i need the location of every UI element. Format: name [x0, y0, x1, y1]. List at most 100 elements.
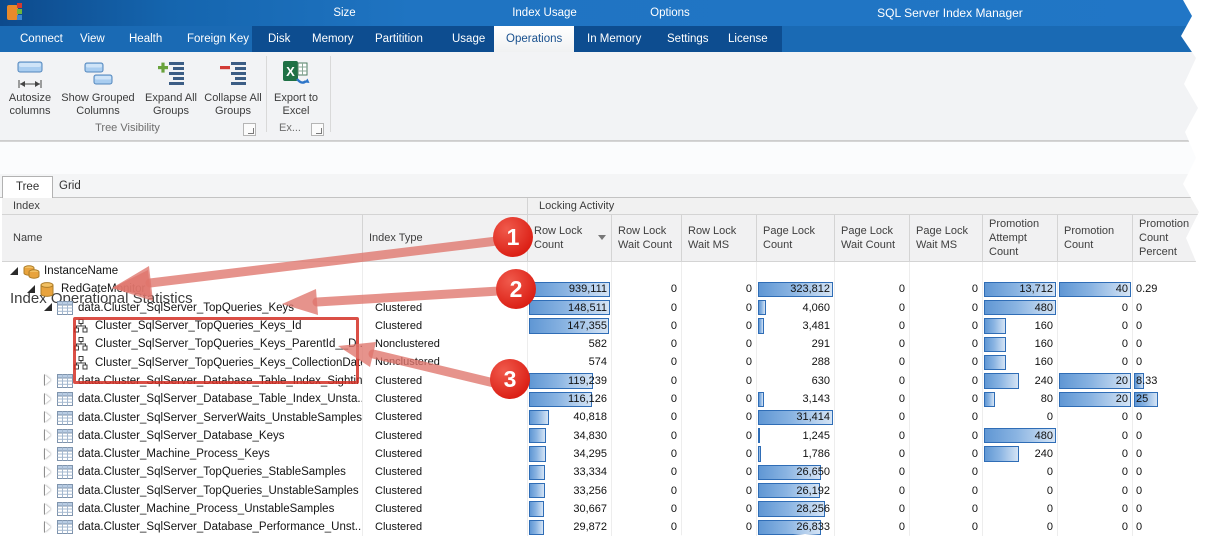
- value-cell: 480: [983, 426, 1058, 445]
- tab-operations[interactable]: Operations: [494, 26, 575, 52]
- page-heading-band: Index Operational Statistics: [0, 141, 1210, 307]
- tree-row[interactable]: data.Cluster_SqlServer_Database_Performa…: [2, 518, 1210, 537]
- value-cell: 147,355: [528, 316, 612, 336]
- tab-settings[interactable]: Settings: [655, 26, 721, 52]
- index-type-cell: Clustered: [363, 481, 528, 500]
- expand-caret-icon[interactable]: [42, 520, 55, 534]
- value-cell: 0: [983, 481, 1058, 500]
- tree-row[interactable]: data.Cluster_SqlServer_TopQueries_Stable…: [2, 463, 1210, 482]
- tree-row[interactable]: data.Cluster_SqlServer_ServerWaits_Unsta…: [2, 408, 1210, 427]
- value-cell: 0: [612, 371, 682, 391]
- column-header-promotion-count-percent[interactable]: Promotion Count Percent: [1133, 215, 1210, 262]
- expand-caret-icon[interactable]: [42, 465, 55, 479]
- index-icon: [74, 337, 91, 352]
- tree-row[interactable]: data.Cluster_SqlServer_Database_Keys Clus…: [2, 426, 1210, 445]
- value-cell: 28,256: [757, 499, 835, 519]
- expand-caret-icon[interactable]: [42, 502, 55, 516]
- tab-memory[interactable]: Memory: [300, 26, 366, 52]
- column-header-row-lock-count[interactable]: Row Lock Count: [528, 215, 612, 262]
- column-header-name[interactable]: Name: [2, 215, 363, 262]
- column-header-page-lock-wait-count[interactable]: Page Lock Wait Count: [835, 215, 910, 262]
- value-cell: 0: [682, 408, 757, 427]
- column-header-row-lock-wait-ms[interactable]: Row Lock Wait MS: [682, 215, 757, 262]
- tree-row[interactable]: Cluster_SqlServer_TopQueries_Keys_Collec…: [2, 353, 1210, 372]
- expand-caret-icon[interactable]: [42, 447, 55, 461]
- column-header-row-lock-wait-count[interactable]: Row Lock Wait Count: [612, 215, 682, 262]
- tree-row[interactable]: data.Cluster_SqlServer_TopQueries_Keys Cl…: [2, 298, 1210, 317]
- tab-disk[interactable]: Disk: [256, 26, 302, 52]
- value-cell: 0: [612, 280, 682, 299]
- value-cell: 0: [612, 298, 682, 317]
- expand-all-groups-icon: [140, 56, 202, 92]
- value-cell: 119,239: [528, 371, 612, 391]
- ribbon-group-separator: [266, 56, 267, 132]
- tree-row[interactable]: RedGateMonitor 939,111 0 0 323,812 0 0 13,712 40…: [2, 280, 1210, 299]
- node-label: data.Cluster_Machine_Process_UnstableSam…: [78, 503, 335, 515]
- tab-in-memory[interactable]: In Memory: [575, 26, 653, 52]
- tree-row[interactable]: Cluster_SqlServer_TopQueries_Keys_Parent…: [2, 335, 1210, 354]
- expand-caret-icon[interactable]: [42, 429, 55, 442]
- collapse-caret-icon[interactable]: [8, 265, 21, 278]
- collapse-caret-icon[interactable]: [25, 283, 38, 296]
- column-header-promotion-count[interactable]: Promotion Count: [1058, 215, 1133, 262]
- value-cell: 0: [682, 316, 757, 336]
- value-cell: 0: [835, 481, 910, 500]
- tree-row[interactable]: data.Cluster_SqlServer_Database_Table_In…: [2, 371, 1210, 391]
- value-cell: 0: [983, 499, 1058, 519]
- value-cell: 0: [612, 353, 682, 372]
- tab-foreign-key[interactable]: Foreign Key: [175, 26, 261, 52]
- value-cell: 0: [1058, 426, 1133, 445]
- tree-row[interactable]: data.Cluster_SqlServer_Database_Table_In…: [2, 390, 1210, 409]
- row-name-cell: RedGateMonitor: [2, 280, 363, 299]
- column-header-page-lock-count[interactable]: Page Lock Count: [757, 215, 835, 262]
- column-header-page-lock-wait-ms[interactable]: Page Lock Wait MS: [910, 215, 983, 262]
- tab-connect[interactable]: Connect: [8, 26, 75, 52]
- value-cell: 0: [1133, 463, 1210, 482]
- value-cell: 0: [612, 463, 682, 482]
- tab-usage[interactable]: Usage: [440, 26, 497, 52]
- expand-caret-icon[interactable]: [42, 411, 55, 424]
- value-cell: [682, 262, 757, 281]
- value-cell: 160: [983, 335, 1058, 354]
- tab-grid[interactable]: Grid: [46, 176, 94, 198]
- tree-row[interactable]: data.Cluster_Machine_Process_UnstableSam…: [2, 499, 1210, 519]
- value-cell: 26,192: [757, 481, 835, 500]
- tree-row[interactable]: Cluster_SqlServer_TopQueries_Keys_Id Clus…: [2, 316, 1210, 336]
- value-cell: 26,833: [757, 518, 835, 537]
- table-icon: [57, 502, 74, 517]
- value-cell: [757, 262, 835, 281]
- column-header-index-type[interactable]: Index Type: [363, 215, 528, 262]
- app-logo-icon: [6, 3, 26, 23]
- tree-row[interactable]: data.Cluster_Machine_Process_Keys Cluster…: [2, 444, 1210, 464]
- node-label: InstanceName: [44, 265, 119, 278]
- show-grouped-columns-icon: [58, 56, 138, 92]
- value-cell: 34,295: [528, 444, 612, 464]
- value-cell: 0: [910, 408, 983, 427]
- value-cell: 0: [682, 463, 757, 482]
- value-cell: 0: [910, 499, 983, 519]
- tree-visibility-dialog-launcher-icon[interactable]: [243, 123, 256, 136]
- value-cell: 0: [612, 316, 682, 336]
- tab-partitition[interactable]: Partitition: [363, 26, 435, 52]
- value-cell: 0: [1058, 408, 1133, 427]
- tree-row[interactable]: InstanceName: [2, 262, 1210, 281]
- tab-license[interactable]: License: [716, 26, 780, 52]
- expand-caret-icon[interactable]: [42, 392, 55, 406]
- value-cell: 0: [1058, 499, 1133, 519]
- view-tab-strip: Tree Grid: [0, 174, 1210, 199]
- value-cell: 0: [983, 518, 1058, 537]
- index-type-cell: Clustered: [363, 408, 528, 427]
- tree-row[interactable]: data.Cluster_SqlServer_TopQueries_Unstab…: [2, 481, 1210, 500]
- value-cell: 0: [910, 298, 983, 317]
- expand-caret-icon[interactable]: [42, 484, 55, 497]
- button-label: Expand All Groups: [145, 92, 197, 117]
- export-dialog-launcher-icon[interactable]: [311, 123, 324, 136]
- collapse-caret-icon[interactable]: [42, 301, 55, 314]
- value-cell: 0: [682, 518, 757, 537]
- tab-view[interactable]: View: [68, 26, 117, 52]
- value-cell: 939,111: [528, 280, 612, 299]
- row-name-cell: data.Cluster_SqlServer_Database_Performa…: [2, 518, 363, 537]
- column-header-promotion-attempt-count[interactable]: Promotion Attempt Count: [983, 215, 1058, 262]
- expand-caret-icon[interactable]: [42, 374, 55, 387]
- tab-health[interactable]: Health: [117, 26, 174, 52]
